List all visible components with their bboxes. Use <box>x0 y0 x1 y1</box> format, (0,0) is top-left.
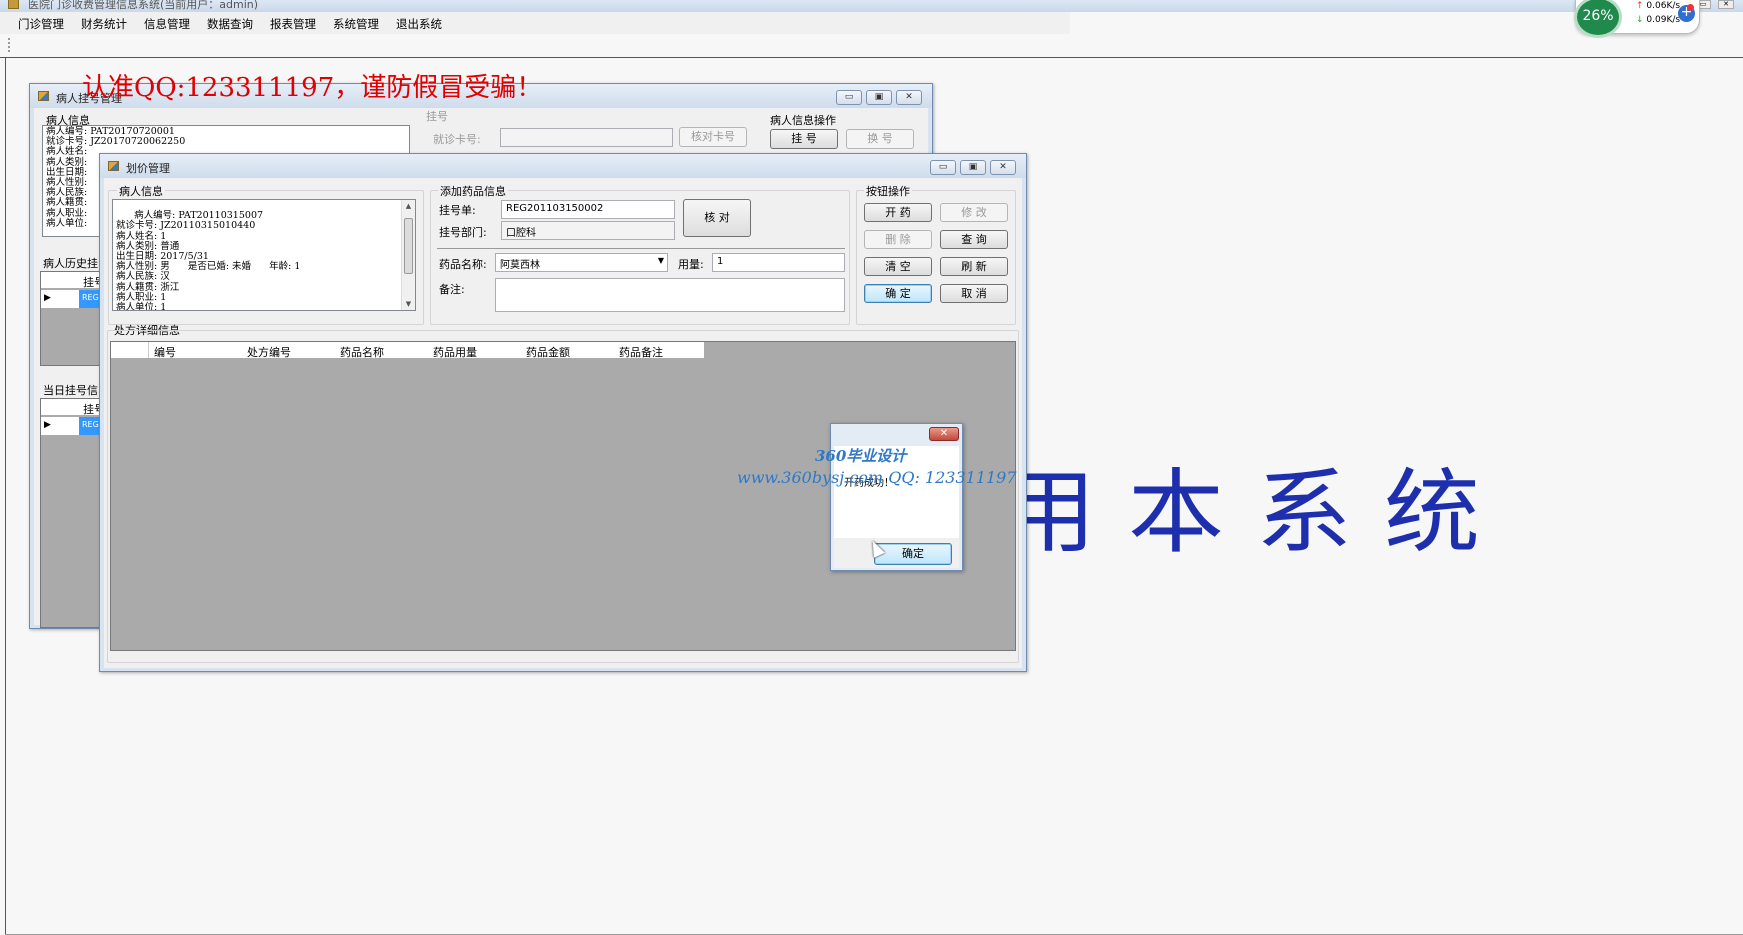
group-register-label: 挂号 <box>426 110 448 123</box>
group-add-drug-label: 添加药品信息 <box>438 183 508 199</box>
watermark-title: 360毕业设计 <box>815 447 907 465</box>
dialog-ok-button[interactable]: 确定 <box>874 543 952 565</box>
dialog-close-button[interactable]: ✕ <box>929 427 959 441</box>
drug-name-label: 药品名称: <box>439 258 487 271</box>
card-no-input[interactable] <box>500 128 673 147</box>
notification-dot <box>1687 4 1694 11</box>
window-icon <box>38 91 49 101</box>
col-drug-note[interactable]: 药品备注 <box>619 344 663 360</box>
cancel-button[interactable]: 取 消 <box>940 284 1008 303</box>
detail-grid-header: 编号 处方编号 药品名称 药品用量 药品金额 药品备注 <box>111 342 704 359</box>
today-grid-header: 挂号 <box>41 399 105 416</box>
menu-report[interactable]: 报表管理 <box>270 16 316 32</box>
verify-card-button[interactable]: 核对卡号 <box>679 127 747 147</box>
row-selector-icon[interactable]: ▶ <box>41 417 79 435</box>
menu-query[interactable]: 数据查询 <box>207 16 253 32</box>
maximize-button[interactable]: ▣ <box>960 160 986 175</box>
patient-info-text: 病人编号: PAT20110315007 就诊卡号: JZ20110315010… <box>116 210 301 311</box>
row-selector-icon[interactable]: ▶ <box>41 290 79 308</box>
minimize-button[interactable]: ▭ <box>836 90 862 105</box>
col-prescription-no[interactable]: 处方编号 <box>247 344 291 360</box>
drug-name-value: 阿莫西林 <box>500 260 540 271</box>
download-speed: ↓ 0.09K/s <box>1636 15 1680 25</box>
patient-info-textbox[interactable]: 病人编号: PAT20110315007 就诊卡号: JZ20110315010… <box>112 199 416 311</box>
upload-speed-value: 0.06K/s <box>1646 1 1681 11</box>
card-no-label: 就诊卡号: <box>433 133 481 146</box>
menu-bar: 门诊管理 财务统计 信息管理 数据查询 报表管理 系统管理 退出系统 <box>0 12 1070 34</box>
menu-info[interactable]: 信息管理 <box>144 16 190 32</box>
close-button[interactable]: ✕ <box>1718 0 1734 9</box>
warning-banner: 认准QQ:123311197，谨防假冒受骗！ <box>82 73 543 103</box>
col-drug-name[interactable]: 药品名称 <box>340 344 384 360</box>
refresh-button[interactable]: 刷 新 <box>940 257 1008 276</box>
mdi-left-border <box>5 58 6 935</box>
window-icon <box>108 161 119 171</box>
row-header-cell <box>111 342 149 358</box>
query-button[interactable]: 查 询 <box>940 230 1008 249</box>
group-buttons-label: 按钮操作 <box>864 183 912 199</box>
chevron-down-icon[interactable]: ▼ <box>658 256 664 265</box>
toolbar-grip <box>8 38 10 52</box>
drug-name-select[interactable]: 阿莫西林 ▼ <box>495 253 668 272</box>
history-grid-header: 挂号 <box>41 272 105 289</box>
pricing-window: 划价管理 ▭ ▣ ✕ 病人信息 病人编号: PAT20110315007 就诊卡… <box>99 153 1027 672</box>
modify-button[interactable]: 修 改 <box>940 203 1008 222</box>
today-grid[interactable]: 挂号 ▶ REG <box>40 398 106 628</box>
upload-speed: ↑ 0.06K/s <box>1636 1 1680 11</box>
today-label: 当日挂号信 <box>43 384 98 397</box>
col-id[interactable]: 编号 <box>154 344 176 360</box>
dept-label: 挂号部门: <box>439 226 487 239</box>
menu-exit[interactable]: 退出系统 <box>396 16 442 32</box>
register-button[interactable]: 挂 号 <box>770 129 838 149</box>
reg-no-label: 挂号单: <box>439 204 476 217</box>
note-label: 备注: <box>439 283 465 296</box>
maximize-button[interactable]: ▣ <box>866 90 892 105</box>
close-button[interactable]: ✕ <box>896 90 922 105</box>
patient-info-scrollbar[interactable]: ▲ ▼ <box>401 200 415 310</box>
scroll-down-icon[interactable]: ▼ <box>404 299 413 309</box>
delete-button[interactable]: 删 除 <box>864 230 932 249</box>
col-drug-amount[interactable]: 药品金额 <box>526 344 570 360</box>
verify-button[interactable]: 核 对 <box>683 199 751 237</box>
dept-input[interactable]: 口腔科 <box>501 221 675 240</box>
pricing-window-title: 划价管理 <box>126 162 170 175</box>
scroll-up-icon[interactable]: ▲ <box>404 201 413 211</box>
background-slogan: 用本系统 <box>1000 459 1512 566</box>
scroll-thumb[interactable] <box>404 218 413 274</box>
menu-outpatient[interactable]: 门诊管理 <box>18 16 64 32</box>
app-title: 医院门诊收费管理信息系统(当前用户：admin) <box>28 0 259 11</box>
watermark-contact: www.360bysj.com QQ: 123311197 <box>737 468 1017 487</box>
prescribe-button[interactable]: 开 药 <box>864 203 932 222</box>
app-icon <box>8 0 19 9</box>
group-operations-label: 病人信息操作 <box>770 114 836 127</box>
dosage-label: 用量: <box>678 258 704 271</box>
history-label: 病人历史挂 <box>43 257 98 270</box>
separator-line <box>437 248 845 249</box>
up-arrow-icon: ↑ <box>1636 1 1644 11</box>
change-number-button[interactable]: 换 号 <box>846 129 914 149</box>
minimize-button[interactable]: ▭ <box>930 160 956 175</box>
pricing-window-caption: 划价管理 ▭ ▣ ✕ <box>100 154 1026 178</box>
col-drug-dosage[interactable]: 药品用量 <box>433 344 477 360</box>
menu-finance[interactable]: 财务统计 <box>81 16 127 32</box>
down-arrow-icon: ↓ <box>1636 15 1644 25</box>
close-button[interactable]: ✕ <box>990 160 1016 175</box>
history-grid[interactable]: 挂号 ▶ REG <box>40 271 106 366</box>
group-patient-info-label: 病人信息 <box>117 183 165 199</box>
app-title-bar: 医院门诊收费管理信息系统(当前用户：admin) ▭ ✕ <box>0 0 1743 12</box>
menu-system[interactable]: 系统管理 <box>333 16 379 32</box>
confirm-button[interactable]: 确 定 <box>864 284 932 303</box>
note-input[interactable] <box>495 278 845 312</box>
clear-button[interactable]: 清 空 <box>864 257 932 276</box>
dialog-footer: 确定 <box>834 538 959 568</box>
dosage-input[interactable]: 1 <box>712 253 845 272</box>
mdi-top-border <box>0 57 1743 58</box>
download-speed-value: 0.09K/s <box>1646 15 1681 25</box>
reg-no-input[interactable]: REG201103150002 <box>501 200 675 219</box>
